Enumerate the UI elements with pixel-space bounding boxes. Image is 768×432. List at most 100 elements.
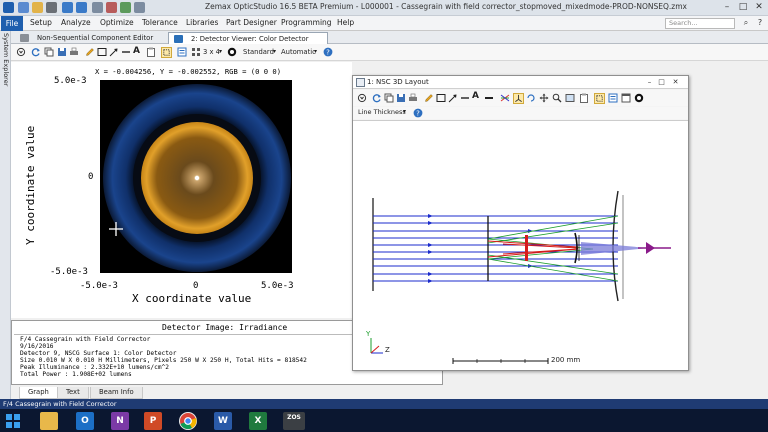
line-thickness-dropdown[interactable]: Line Thickness: [358, 108, 406, 116]
quick-access-icon[interactable]: [120, 2, 131, 13]
word-icon[interactable]: W: [214, 412, 232, 430]
onenote-icon[interactable]: N: [111, 412, 129, 430]
clipboard-icon[interactable]: [146, 47, 156, 57]
ray-trace-icon[interactable]: [500, 93, 510, 103]
nsc-3d-layout-window[interactable]: 1: NSC 3D Layout – □ ✕ A Line Thickness …: [352, 75, 689, 371]
maximize-icon[interactable]: □: [657, 78, 666, 87]
opticstudio-icon[interactable]: ZOS: [283, 412, 305, 430]
layout-icon: [356, 78, 365, 87]
rectangle-icon[interactable]: [97, 47, 107, 57]
rectangle-icon[interactable]: [436, 93, 446, 103]
pencil-icon[interactable]: [85, 47, 95, 57]
menu-part-designer[interactable]: Part Designer: [226, 18, 277, 27]
search-input[interactable]: Search...: [665, 18, 735, 29]
powerpoint-icon[interactable]: P: [144, 412, 162, 430]
save-icon[interactable]: [57, 47, 67, 57]
chevron-down-icon[interactable]: ▾: [403, 108, 406, 115]
redo-icon[interactable]: [76, 2, 87, 13]
chevron-down-icon[interactable]: ▾: [314, 48, 317, 55]
window-titlebar[interactable]: 1: NSC 3D Layout – □ ✕: [353, 76, 688, 89]
refresh-icon[interactable]: [372, 93, 382, 103]
print-icon[interactable]: [69, 47, 79, 57]
chevron-down-icon[interactable]: ▾: [273, 48, 276, 55]
line-icon[interactable]: [484, 93, 494, 103]
help-icon[interactable]: ?: [413, 108, 423, 118]
axis-z-label: Z: [385, 346, 390, 354]
text-tool-icon[interactable]: A: [472, 91, 479, 101]
help-icon[interactable]: ?: [755, 18, 765, 28]
axes-icon[interactable]: [513, 93, 524, 104]
quick-access-icon[interactable]: [106, 2, 117, 13]
tab-nsc-editor[interactable]: Non-Sequential Component Editor: [15, 32, 165, 44]
pan-icon[interactable]: [539, 93, 549, 103]
text-tool-icon[interactable]: A: [133, 46, 140, 56]
layout-dropdown[interactable]: 3 x 4: [203, 48, 220, 56]
automatic-dropdown[interactable]: Automatic: [281, 48, 316, 56]
grid-layout-icon[interactable]: [191, 47, 201, 57]
save-icon[interactable]: [396, 93, 406, 103]
zoom-icon[interactable]: [552, 93, 562, 103]
layout-toolbar: A: [353, 90, 688, 106]
windows-icon[interactable]: [4, 412, 22, 430]
y-axis-label: Y coordinate value: [24, 125, 37, 245]
copy-icon[interactable]: [44, 47, 54, 57]
refresh-icon[interactable]: [31, 47, 41, 57]
tab-beam-info[interactable]: Beam Info: [90, 387, 143, 399]
image-icon[interactable]: [565, 93, 575, 103]
line-icon[interactable]: [121, 47, 131, 57]
chrome-icon[interactable]: [179, 412, 197, 430]
print-icon[interactable]: [408, 93, 418, 103]
zoom-box-icon[interactable]: [161, 47, 172, 58]
close-icon[interactable]: ✕: [752, 1, 766, 14]
tab-text[interactable]: Text: [57, 387, 89, 399]
detector-image[interactable]: [100, 80, 292, 273]
3d-layout-canvas[interactable]: Y Z 200 mm: [353, 120, 688, 370]
tab-detector-viewer[interactable]: 2: Detector Viewer: Color Detector: [168, 32, 328, 44]
menu-tolerance[interactable]: Tolerance: [142, 18, 178, 27]
x-axis-label: X coordinate value: [132, 292, 252, 305]
menu-analyze[interactable]: Analyze: [61, 18, 91, 27]
settings-icon[interactable]: [357, 93, 367, 103]
zoom-box-icon[interactable]: [594, 93, 605, 104]
outlook-icon[interactable]: O: [76, 412, 94, 430]
new-icon[interactable]: [18, 2, 29, 13]
line-icon[interactable]: [460, 93, 470, 103]
copy-icon[interactable]: [384, 93, 394, 103]
help-icon[interactable]: ?: [323, 47, 333, 57]
pencil-icon[interactable]: [424, 93, 434, 103]
minimize-icon[interactable]: –: [645, 78, 654, 87]
quick-access-icon[interactable]: [134, 2, 145, 13]
menu-programming[interactable]: Programming: [281, 18, 332, 27]
tab-graph[interactable]: Graph: [19, 387, 58, 399]
rotate-icon[interactable]: [526, 93, 536, 103]
y-tick-mid: 0: [88, 172, 94, 182]
info-line: Detector 9, NSCG Surface 1: Color Detect…: [20, 350, 177, 357]
bullseye-icon[interactable]: [634, 93, 644, 103]
bullseye-icon[interactable]: [227, 47, 237, 57]
save-icon[interactable]: [46, 2, 57, 13]
chevron-down-icon[interactable]: ▾: [219, 48, 222, 55]
menu-setup[interactable]: Setup: [30, 18, 52, 27]
open-icon[interactable]: [32, 2, 43, 13]
close-icon[interactable]: ✕: [671, 78, 680, 87]
excel-icon[interactable]: X: [249, 412, 267, 430]
minimize-icon[interactable]: –: [720, 1, 734, 14]
file-explorer-icon[interactable]: [40, 412, 58, 430]
menu-libraries[interactable]: Libraries: [186, 18, 218, 27]
annotation-icon[interactable]: [177, 47, 187, 57]
clipboard-icon[interactable]: [579, 93, 589, 103]
menu-optimize[interactable]: Optimize: [100, 18, 134, 27]
search-icon[interactable]: ⌕: [741, 18, 751, 28]
arrow-icon[interactable]: [448, 93, 458, 103]
standard-dropdown[interactable]: Standard: [243, 48, 274, 56]
window-icon[interactable]: [621, 93, 631, 103]
annotation-icon[interactable]: [608, 93, 618, 103]
file-menu[interactable]: File: [1, 16, 23, 31]
system-explorer-panel[interactable]: System Explorer: [0, 31, 11, 399]
quick-access-icon[interactable]: [92, 2, 103, 13]
menu-help[interactable]: Help: [337, 18, 354, 27]
arrow-icon[interactable]: [109, 47, 119, 57]
settings-icon[interactable]: [16, 47, 26, 57]
maximize-icon[interactable]: □: [736, 1, 750, 14]
undo-icon[interactable]: [62, 2, 73, 13]
